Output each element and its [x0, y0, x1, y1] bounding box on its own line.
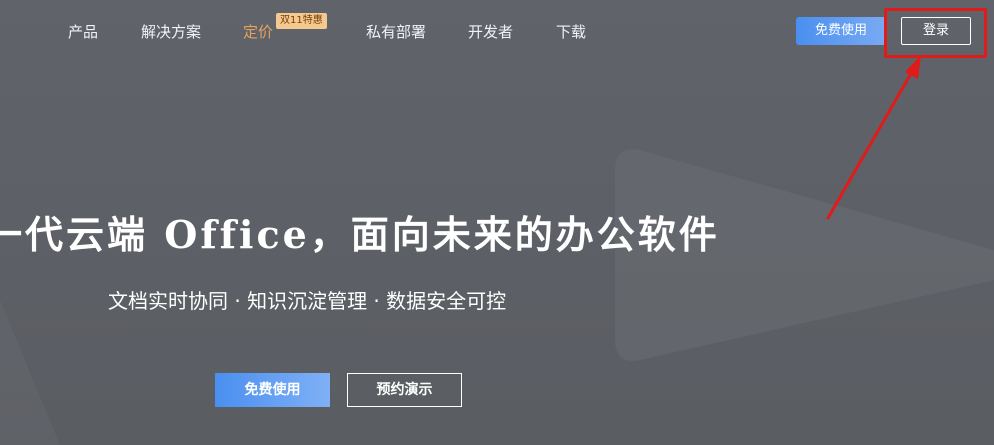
- nav-item-solutions[interactable]: 解决方案: [141, 22, 201, 42]
- promo-badge: 双11特惠: [276, 13, 327, 29]
- nav-item-developers[interactable]: 开发者: [468, 22, 513, 42]
- hero-subtitle: 文档实时协同 · 知识沉淀管理 · 数据安全可控: [108, 289, 507, 313]
- nav-item-private-deploy[interactable]: 私有部署: [366, 22, 426, 42]
- hero-title: 一代云端 Office，面向未来的办公软件: [0, 212, 720, 257]
- top-navbar: 产品 解决方案 定价 双11特惠 私有部署 开发者 下载 免费使用 登录: [0, 0, 994, 64]
- nav-item-download[interactable]: 下载: [556, 22, 586, 42]
- nav-item-products[interactable]: 产品: [68, 22, 98, 42]
- login-button[interactable]: 登录: [901, 17, 971, 45]
- nav-item-pricing[interactable]: 定价: [243, 22, 273, 42]
- book-demo-button[interactable]: 预约演示: [347, 373, 462, 407]
- nav-free-use-button[interactable]: 免费使用: [796, 17, 886, 45]
- hero-free-use-button[interactable]: 免费使用: [215, 373, 330, 407]
